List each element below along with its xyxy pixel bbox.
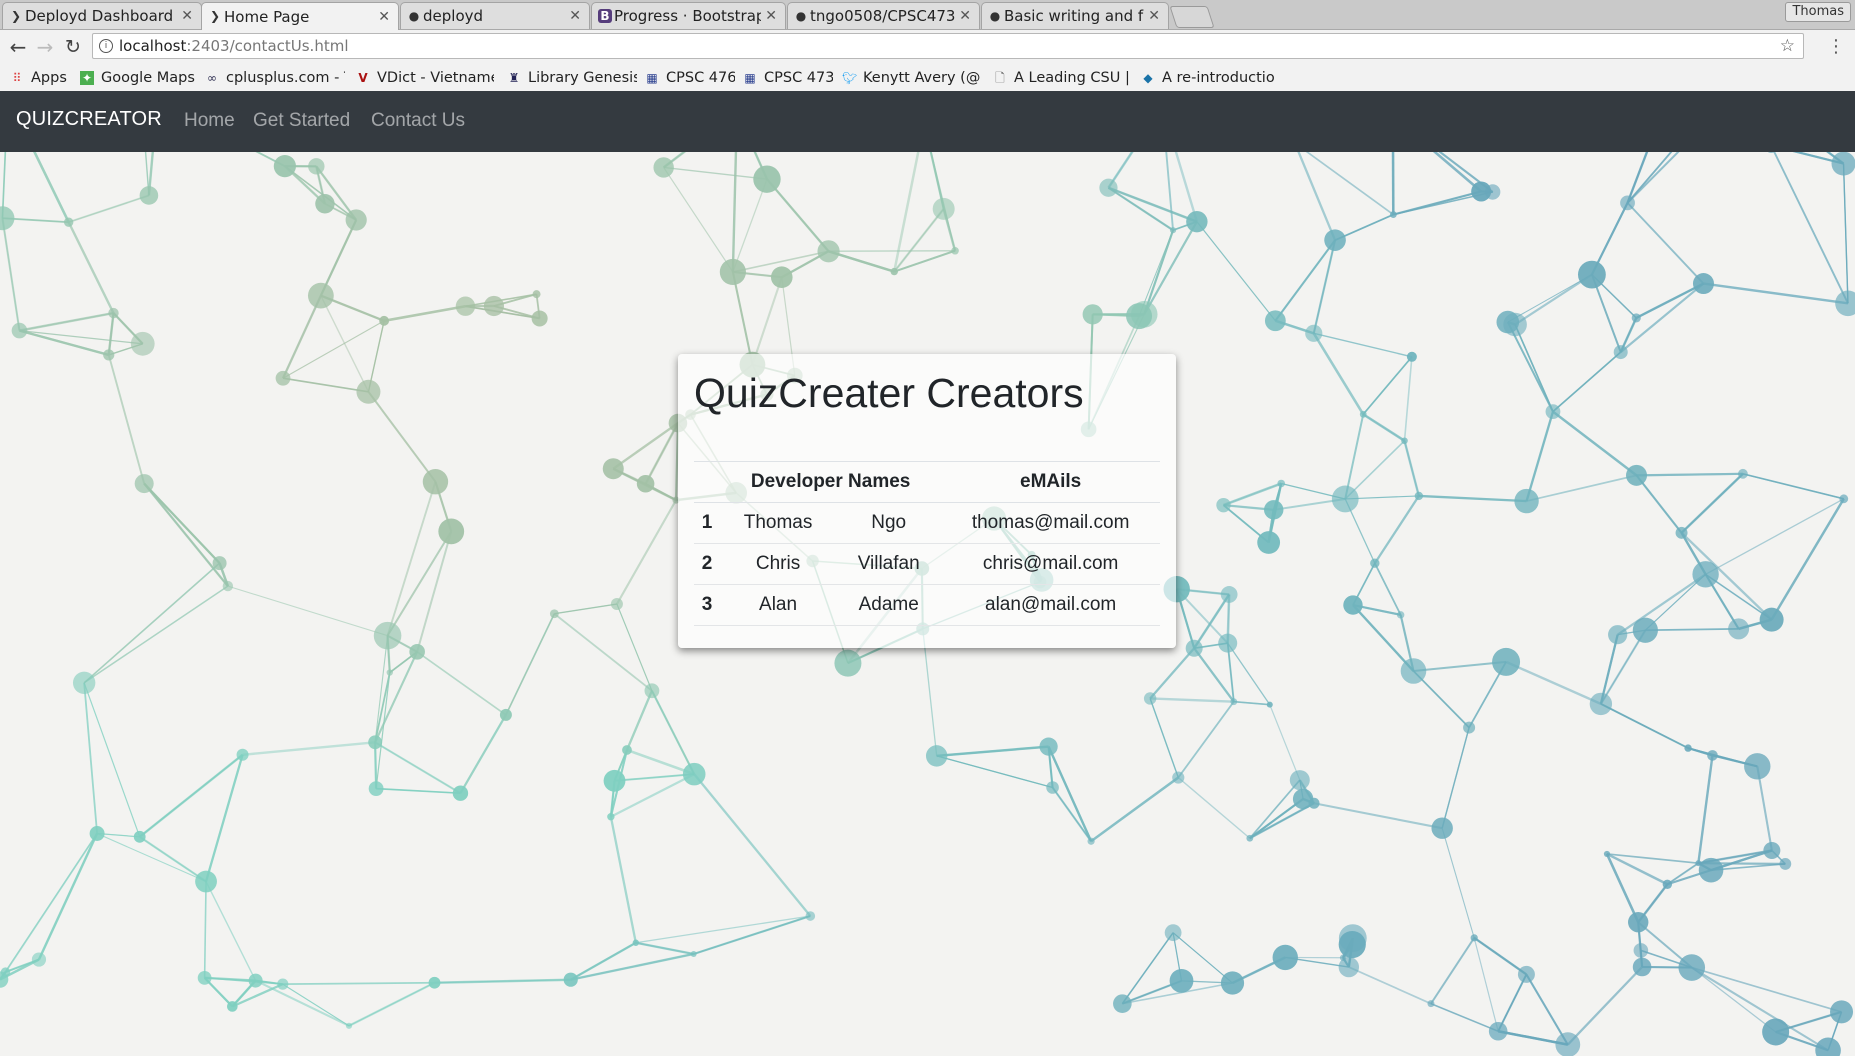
bookmark-library-genesis[interactable]: ♜ Library Genesis <box>507 68 637 88</box>
github-icon: ● <box>408 9 420 23</box>
tab-basic-writing[interactable]: ● Basic writing and formatting ✕ <box>981 2 1169 29</box>
tab-title: Deployd Dashboard <box>25 7 174 25</box>
twitter-icon: 🐦︎ <box>842 71 858 85</box>
bookmark-vdict[interactable]: V VDict - Vietname <box>356 68 494 88</box>
creators-card: QuizCreater Creators Developer Names eMA… <box>678 354 1176 648</box>
reload-icon[interactable]: ↻ <box>61 35 85 59</box>
bookmark-label: cplusplus.com - T <box>226 70 345 86</box>
close-icon[interactable]: ✕ <box>378 9 390 25</box>
tab-title: Home Page <box>224 7 310 26</box>
row-index: 2 <box>694 543 720 585</box>
close-icon[interactable]: ✕ <box>1148 8 1160 24</box>
row-index: 3 <box>694 584 720 626</box>
bookmark-google-maps[interactable]: ✦ Google Maps <box>80 68 198 88</box>
nav-get-started[interactable]: Get Started <box>253 110 350 132</box>
tab-home-page[interactable]: ❯ Home Page ✕ <box>201 2 399 30</box>
table-row: 1 Thomas Ngo thomas@mail.com <box>694 502 1160 544</box>
profile-button[interactable]: Thomas <box>1785 2 1851 22</box>
bookmark-leading-csu[interactable]: 🗋︎ A Leading CSU | C <box>993 68 1129 88</box>
page-viewport: QUIZCREATOR Home Get Started Contact Us … <box>0 91 1855 1056</box>
header-developer-names: Developer Names <box>720 461 942 503</box>
bookmark-label: Kenytt Avery (@ <box>863 70 980 86</box>
bookmark-re-introduction[interactable]: ◆ A re-introductio <box>1141 68 1281 88</box>
close-icon[interactable]: ✕ <box>181 8 193 24</box>
new-tab-button[interactable] <box>1169 6 1215 28</box>
maps-icon: ✦ <box>80 71 94 85</box>
tab-deployd-dashboard[interactable]: ❯ Deployd Dashboard ✕ <box>2 2 202 29</box>
bookmark-label: Apps <box>31 70 67 86</box>
table-header-row: Developer Names eMAils <box>694 461 1160 503</box>
info-icon[interactable]: i <box>99 39 113 53</box>
github-icon: ● <box>989 9 1001 23</box>
tab-title: deployd <box>423 7 484 25</box>
table-row: 2 Chris Villafan chris@mail.com <box>694 543 1160 585</box>
mdn-icon: ◆ <box>1143 71 1153 85</box>
bookmark-label: A re-introductio <box>1162 70 1275 86</box>
vdict-icon: V <box>358 71 368 85</box>
header-emails: eMAils <box>941 461 1160 503</box>
back-arrow-icon[interactable]: ← <box>6 35 30 59</box>
first-name: Alan <box>720 584 837 626</box>
site-navbar: QUIZCREATOR Home Get Started Contact Us <box>0 91 1855 152</box>
table-row: 3 Alan Adame alan@mail.com <box>694 584 1160 626</box>
first-name: Chris <box>720 543 837 585</box>
brand-logo[interactable]: QUIZCREATOR <box>16 108 162 131</box>
course-icon: ▦ <box>646 71 658 85</box>
header-index <box>694 461 720 503</box>
tab-title: tngo0508/CPSC473 <box>810 7 956 25</box>
tab-title: Basic writing and formatting <box>1004 7 1144 25</box>
bookmark-label: Library Genesis <box>528 70 637 86</box>
last-name: Adame <box>836 584 942 626</box>
tab-title: Progress · Bootstrap <box>614 7 762 25</box>
bookmark-kenytt-avery[interactable]: 🐦︎ Kenytt Avery (@ <box>842 68 980 88</box>
bookmark-cpsc-476[interactable]: ▦ CPSC 476 <box>645 68 735 88</box>
close-icon[interactable]: ✕ <box>569 8 581 24</box>
bookmark-label: CPSC 473 <box>764 70 833 86</box>
url-host: localhost <box>119 37 187 55</box>
bookmark-cpsc-473[interactable]: ▦ CPSC 473 <box>743 68 833 88</box>
bookmark-apps[interactable]: ⠿ Apps <box>10 68 70 88</box>
tab-deployd[interactable]: ● deployd ✕ <box>400 2 590 29</box>
browser-toolbar: ← → ↻ i localhost:2403/contactUs.html ☆ <box>0 30 1855 64</box>
url-path: :2403/contactUs.html <box>186 37 349 55</box>
page-icon: 🗋︎ <box>995 71 1005 85</box>
forward-arrow-icon[interactable]: → <box>33 35 57 59</box>
card-title: QuizCreater Creators <box>694 370 1084 416</box>
bookmark-label: VDict - Vietname <box>377 70 494 86</box>
menu-icon[interactable]: ⋮ <box>1827 36 1845 57</box>
bookmark-label: Google Maps <box>101 70 195 86</box>
tab-strip: ❯ Deployd Dashboard ✕ ❯ Home Page ✕ ● de… <box>0 0 1855 30</box>
github-icon: ● <box>795 9 807 23</box>
star-icon[interactable]: ☆ <box>1780 34 1795 58</box>
bookmark-label: A Leading CSU | C <box>1014 70 1129 86</box>
creators-table: Developer Names eMAils 1 Thomas Ngo thom… <box>694 461 1160 626</box>
tab-cpsc473-repo[interactable]: ● tngo0508/CPSC473 ✕ <box>787 2 980 29</box>
bootstrap-icon: B <box>598 9 612 23</box>
email: alan@mail.com <box>941 584 1160 626</box>
nav-contact-us[interactable]: Contact Us <box>371 110 465 132</box>
library-icon: ♜ <box>508 71 520 85</box>
last-name: Ngo <box>836 502 942 544</box>
close-icon[interactable]: ✕ <box>959 8 971 24</box>
cplusplus-icon: ∞ <box>207 71 217 85</box>
course-icon: ▦ <box>744 71 756 85</box>
email: thomas@mail.com <box>941 502 1160 544</box>
apps-grid-icon: ⠿ <box>12 71 22 85</box>
first-name: Thomas <box>720 502 837 544</box>
deployd-icon: ❯ <box>209 9 221 23</box>
bookmark-cplusplus[interactable]: ∞ cplusplus.com - T <box>205 68 345 88</box>
row-index: 1 <box>694 502 720 544</box>
address-bar[interactable]: i localhost:2403/contactUs.html ☆ <box>92 33 1804 59</box>
email: chris@mail.com <box>941 543 1160 585</box>
deployd-icon: ❯ <box>10 9 22 23</box>
close-icon[interactable]: ✕ <box>765 8 777 24</box>
bookmark-label: CPSC 476 <box>666 70 735 86</box>
nav-home[interactable]: Home <box>184 110 235 132</box>
last-name: Villafan <box>836 543 942 585</box>
tab-progress-bootstrap[interactable]: B Progress · Bootstrap ✕ <box>591 2 786 29</box>
bookmarks-bar: ⠿ Apps ✦ Google Maps ∞ cplusplus.com - T VV… <box>0 64 1855 92</box>
